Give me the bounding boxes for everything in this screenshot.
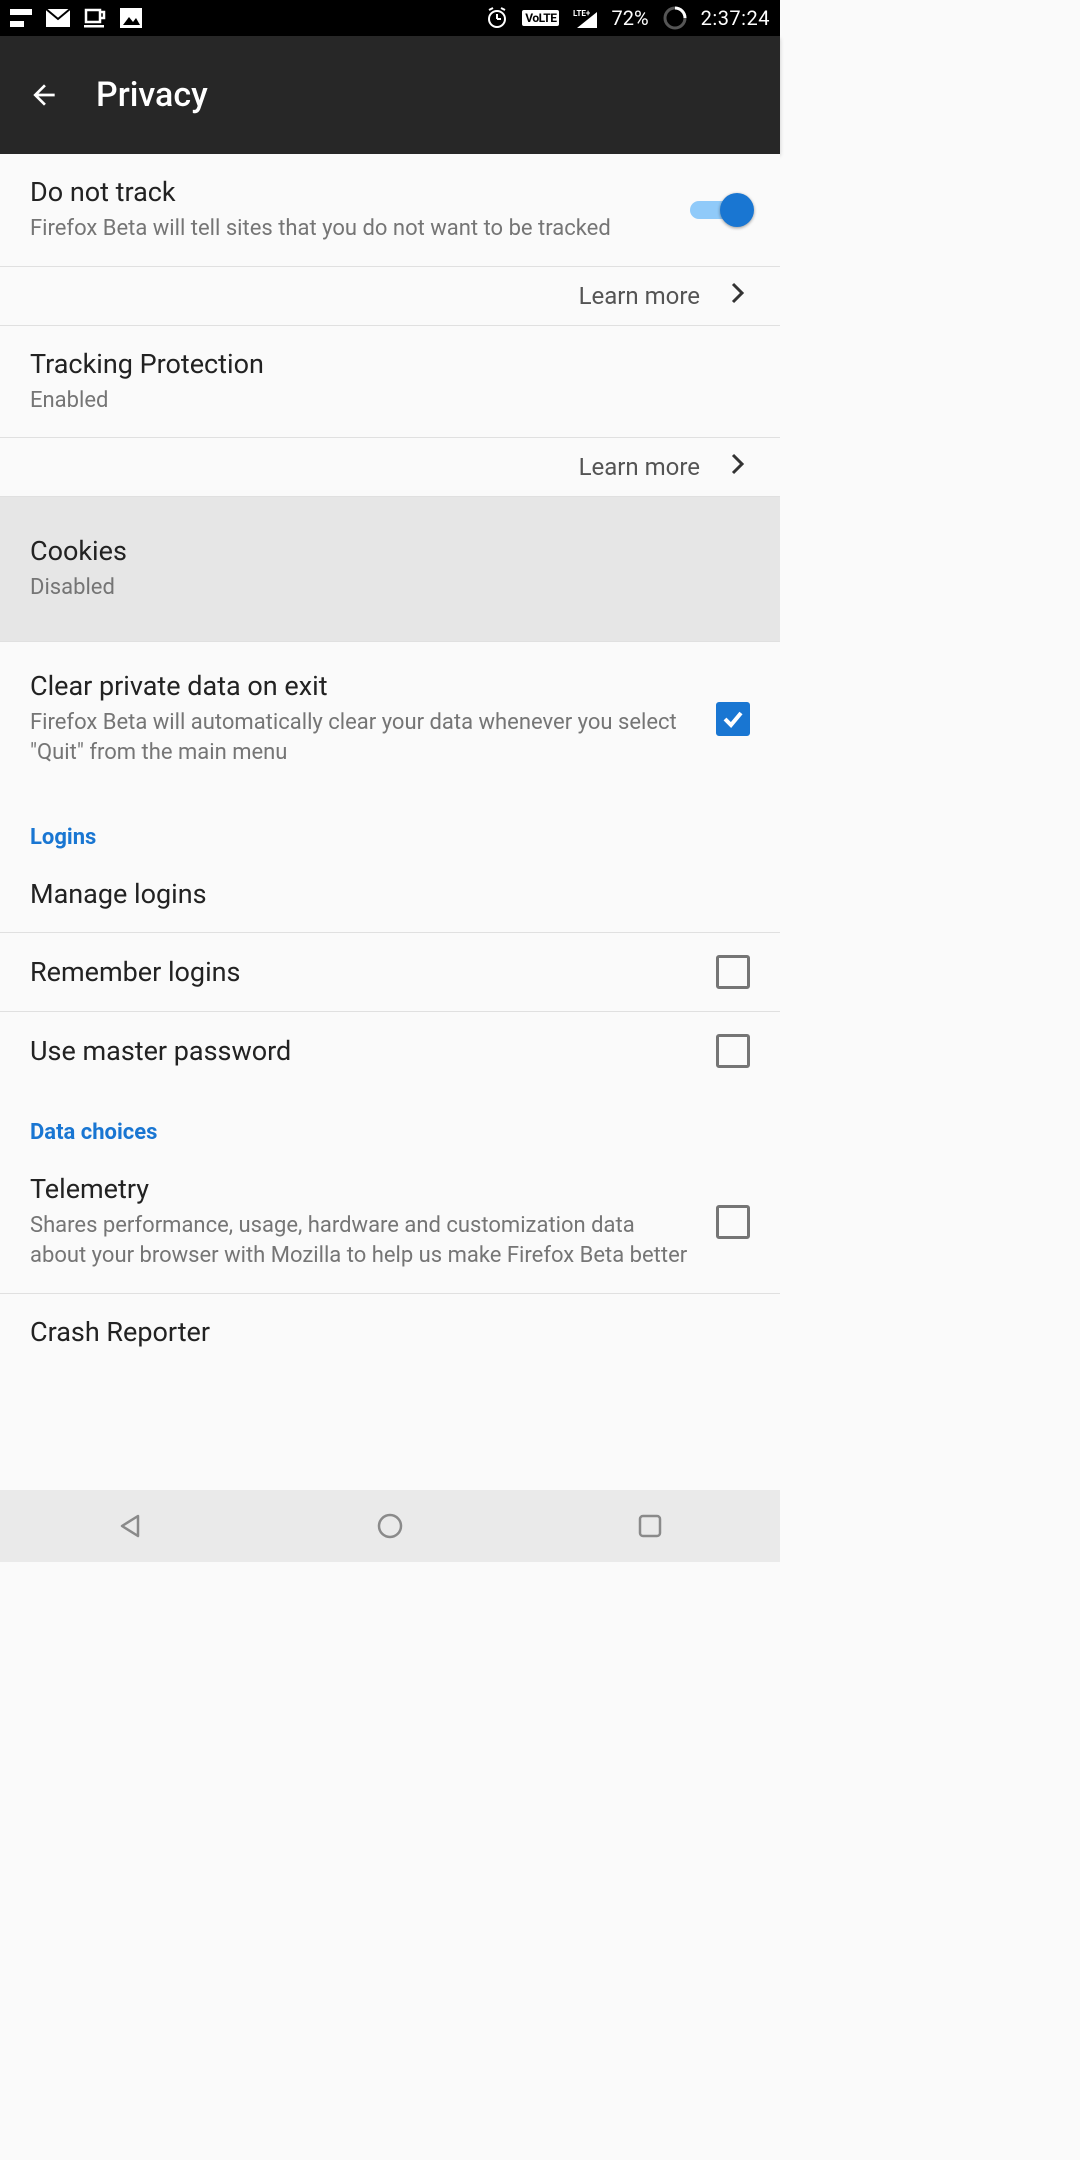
clear-private-data-row[interactable]: Clear private data on exit Firefox Beta … [0, 642, 780, 777]
circle-home-icon [376, 1512, 404, 1540]
crash-reporter-title: Crash Reporter [30, 1316, 730, 1348]
status-clock: 2:37:24 [701, 6, 770, 30]
telemetry-checkbox[interactable] [716, 1205, 750, 1239]
nav-back-button[interactable] [80, 1502, 180, 1550]
cafe-icon [84, 8, 106, 28]
do-not-track-toggle[interactable] [690, 193, 750, 227]
learn-more-label: Learn more [579, 453, 700, 481]
tracking-protection-learn-more[interactable]: Learn more [0, 438, 780, 496]
manage-logins-title: Manage logins [30, 878, 730, 910]
telemetry-title: Telemetry [30, 1173, 696, 1205]
master-password-checkbox[interactable] [716, 1034, 750, 1068]
master-password-title: Use master password [30, 1035, 696, 1067]
manage-logins-row[interactable]: Manage logins [0, 856, 780, 932]
status-bar: VoLTE LTE+ 72% 2:37:24 [0, 0, 780, 36]
alarm-icon [486, 7, 508, 29]
chevron-right-icon [730, 281, 746, 311]
cookies-title: Cookies [30, 535, 730, 567]
learn-more-label: Learn more [579, 282, 700, 310]
square-recents-icon [637, 1513, 663, 1539]
svg-text:LTE+: LTE+ [573, 9, 591, 18]
arrow-back-icon [28, 79, 60, 111]
cookies-row[interactable]: Cookies Disabled [0, 497, 780, 641]
signal-icon: LTE+ [573, 8, 597, 28]
volte-badge: VoLTE [522, 10, 559, 26]
battery-percentage: 72% [611, 6, 648, 30]
system-nav-bar [0, 1490, 780, 1562]
telemetry-subtitle: Shares performance, usage, hardware and … [30, 1211, 696, 1270]
logins-section-header: Logins [0, 795, 780, 856]
triangle-back-icon [116, 1512, 144, 1540]
nav-home-button[interactable] [340, 1502, 440, 1550]
tracking-protection-subtitle: Enabled [30, 386, 730, 416]
settings-list[interactable]: Do not track Firefox Beta will tell site… [0, 154, 780, 1490]
battery-ring-icon [663, 6, 687, 30]
image-icon [120, 8, 142, 28]
app-bar: Privacy [0, 36, 780, 154]
do-not-track-learn-more[interactable]: Learn more [0, 267, 780, 325]
do-not-track-subtitle: Firefox Beta will tell sites that you do… [30, 214, 670, 244]
crash-reporter-row[interactable]: Crash Reporter [0, 1294, 780, 1348]
cookies-subtitle: Disabled [30, 573, 730, 603]
clear-private-data-checkbox[interactable] [716, 702, 750, 736]
clear-private-data-title: Clear private data on exit [30, 670, 696, 702]
master-password-row[interactable]: Use master password [0, 1012, 780, 1090]
telemetry-row[interactable]: Telemetry Shares performance, usage, har… [0, 1151, 780, 1292]
remember-logins-row[interactable]: Remember logins [0, 933, 780, 1011]
nav-recents-button[interactable] [600, 1502, 700, 1550]
remember-logins-title: Remember logins [30, 956, 696, 988]
chevron-right-icon [730, 452, 746, 482]
tracking-protection-title: Tracking Protection [30, 348, 730, 380]
data-choices-section-header: Data choices [0, 1090, 780, 1151]
do-not-track-row[interactable]: Do not track Firefox Beta will tell site… [0, 154, 780, 266]
clear-private-data-subtitle: Firefox Beta will automatically clear yo… [30, 708, 696, 767]
back-button[interactable] [20, 71, 68, 119]
do-not-track-title: Do not track [30, 176, 670, 208]
mail-icon [46, 9, 70, 27]
app-notification-icon [10, 9, 32, 27]
page-title: Privacy [96, 75, 208, 115]
tracking-protection-row[interactable]: Tracking Protection Enabled [0, 326, 780, 438]
remember-logins-checkbox[interactable] [716, 955, 750, 989]
